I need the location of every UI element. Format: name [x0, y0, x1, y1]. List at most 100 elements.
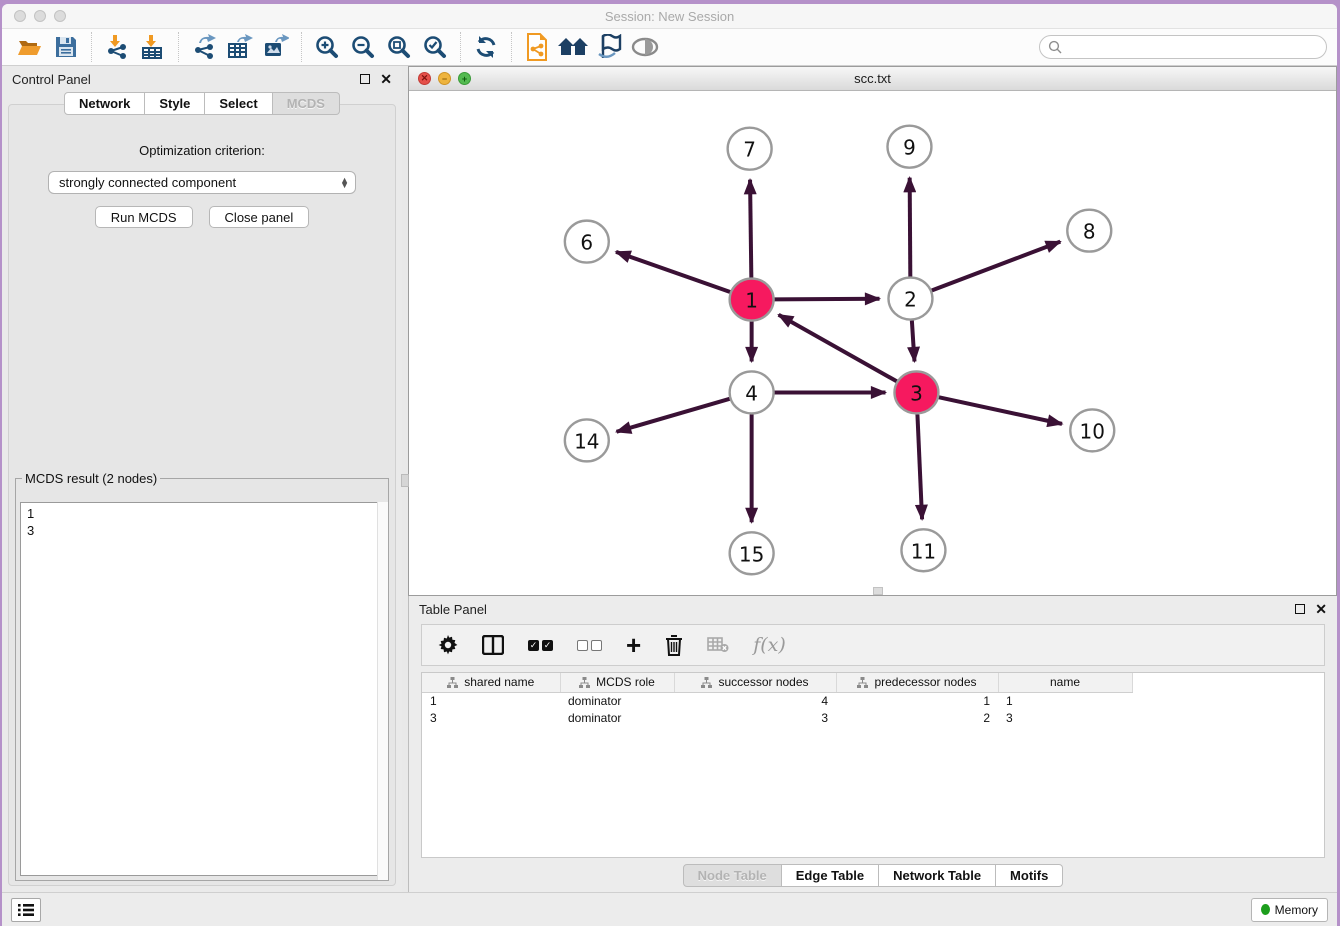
memory-button[interactable]: Memory: [1251, 898, 1328, 922]
table-row[interactable]: 1dominator411: [422, 692, 1132, 709]
table-settings-button[interactable]: [438, 635, 458, 655]
graph-edge-3-1[interactable]: [779, 315, 898, 382]
network-file-button[interactable]: [519, 32, 555, 62]
graph-node-3[interactable]: 3: [894, 371, 938, 413]
graph-node-1[interactable]: 1: [730, 279, 774, 321]
graph-node-2[interactable]: 2: [888, 278, 932, 320]
zoom-in-button[interactable]: [309, 32, 345, 62]
unchecked-box-icon: [577, 640, 588, 651]
column-header-MCDS-role[interactable]: MCDS role: [560, 673, 674, 692]
toggle-columns-button[interactable]: [482, 635, 504, 655]
zoom-out-icon: [350, 34, 376, 60]
network-minimize-icon[interactable]: −: [438, 72, 451, 85]
graph-node-11[interactable]: 11: [901, 529, 945, 571]
result-scrollbar[interactable]: [377, 502, 388, 880]
table-cell[interactable]: 1: [998, 692, 1132, 709]
tab-style[interactable]: Style: [145, 92, 205, 115]
tab-node-table[interactable]: Node Table: [683, 864, 782, 887]
graph-node-14[interactable]: 14: [565, 419, 609, 461]
table-cell[interactable]: dominator: [560, 692, 674, 709]
close-panel-button[interactable]: Close panel: [209, 206, 310, 228]
graph-edge-3-10[interactable]: [938, 397, 1062, 424]
deselect-all-button[interactable]: [577, 640, 602, 651]
graph-node-6[interactable]: 6: [565, 221, 609, 263]
graph-edge-2-3[interactable]: [912, 320, 915, 361]
tab-edge-table[interactable]: Edge Table: [782, 864, 879, 887]
graph-edge-3-11[interactable]: [917, 414, 922, 519]
tab-motifs[interactable]: Motifs: [996, 864, 1063, 887]
svg-text:8: 8: [1083, 220, 1096, 244]
graph-edge-2-8[interactable]: [931, 242, 1060, 291]
network-maximize-icon[interactable]: +: [458, 72, 471, 85]
column-header-shared-name[interactable]: shared name: [422, 673, 560, 692]
open-file-button[interactable]: [12, 32, 48, 62]
select-all-button[interactable]: ✓ ✓: [528, 640, 553, 651]
mcds-result-text[interactable]: 1 3: [20, 502, 384, 876]
graph-edge-2-9[interactable]: [910, 178, 911, 277]
first-neighbors-button[interactable]: [555, 32, 591, 62]
save-session-button[interactable]: [48, 32, 84, 62]
refresh-button[interactable]: [468, 32, 504, 62]
search-box[interactable]: [1039, 35, 1327, 59]
table-cell[interactable]: dominator: [560, 709, 674, 726]
delete-column-button[interactable]: [665, 635, 683, 656]
zoom-fit-icon: [386, 34, 412, 60]
svg-text:15: 15: [739, 542, 764, 566]
table-cell[interactable]: 3: [998, 709, 1132, 726]
window-title: Session: New Session: [2, 9, 1337, 24]
close-panel-icon[interactable]: ✕: [380, 74, 392, 84]
network-canvas[interactable]: 7 9 6 8 1 2 4 3 14 10 15 11: [409, 91, 1336, 595]
export-table-button[interactable]: [222, 32, 258, 62]
export-network-button[interactable]: [186, 32, 222, 62]
export-image-button[interactable]: [258, 32, 294, 62]
float-table-panel-icon[interactable]: [1295, 604, 1305, 614]
column-header-predecessor-nodes[interactable]: predecessor nodes: [836, 673, 998, 692]
run-mcds-button[interactable]: Run MCDS: [95, 206, 193, 228]
table-cell[interactable]: 1: [836, 692, 998, 709]
close-table-panel-icon[interactable]: ✕: [1315, 604, 1327, 614]
graph-node-7[interactable]: 7: [728, 128, 772, 170]
splitter-grip[interactable]: [401, 474, 409, 487]
table-row[interactable]: 3dominator323: [422, 709, 1132, 726]
table-cell[interactable]: 2: [836, 709, 998, 726]
table-cell[interactable]: 3: [674, 709, 836, 726]
task-history-button[interactable]: [11, 898, 41, 922]
canvas-scrollbar-thumb[interactable]: [873, 587, 883, 595]
network-graph[interactable]: 7 9 6 8 1 2 4 3 14 10 15 11: [409, 91, 1336, 595]
table-cell[interactable]: 3: [422, 709, 560, 726]
graphics-details-button[interactable]: [591, 32, 627, 62]
graph-node-15[interactable]: 15: [730, 532, 774, 574]
zoom-selected-button[interactable]: [417, 32, 453, 62]
tab-network[interactable]: Network: [64, 92, 145, 115]
function-builder-button[interactable]: f(x): [753, 634, 786, 656]
column-header-successor-nodes[interactable]: successor nodes: [674, 673, 836, 692]
delete-table-button[interactable]: [707, 637, 729, 653]
zoom-out-button[interactable]: [345, 32, 381, 62]
add-column-button[interactable]: +: [626, 635, 641, 655]
network-close-icon[interactable]: ✕: [418, 72, 431, 85]
refresh-icon: [473, 34, 499, 60]
graph-edge-1-6[interactable]: [616, 252, 731, 292]
import-table-button[interactable]: [135, 32, 171, 62]
graph-edge-4-14[interactable]: [617, 399, 731, 432]
tab-network-table[interactable]: Network Table: [879, 864, 996, 887]
search-input[interactable]: [1067, 40, 1318, 54]
graph-node-4[interactable]: 4: [730, 371, 774, 413]
graph-node-9[interactable]: 9: [887, 126, 931, 168]
table-cell[interactable]: 1: [422, 692, 560, 709]
graph-node-8[interactable]: 8: [1067, 210, 1111, 252]
graph-node-10[interactable]: 10: [1070, 409, 1114, 451]
import-network-button[interactable]: [99, 32, 135, 62]
criterion-dropdown[interactable]: strongly connected component ▲▼: [48, 171, 356, 194]
panel-splitter[interactable]: [402, 66, 408, 892]
eye-button[interactable]: [627, 32, 663, 62]
zoom-fit-button[interactable]: [381, 32, 417, 62]
float-panel-icon[interactable]: [360, 74, 370, 84]
tab-mcds[interactable]: MCDS: [273, 92, 340, 115]
tab-select[interactable]: Select: [205, 92, 272, 115]
graph-edge-1-2[interactable]: [774, 299, 880, 300]
graph-edge-1-7[interactable]: [750, 180, 751, 278]
column-header-name[interactable]: name: [998, 673, 1132, 692]
toolbar-separator: [178, 32, 179, 62]
table-cell[interactable]: 4: [674, 692, 836, 709]
